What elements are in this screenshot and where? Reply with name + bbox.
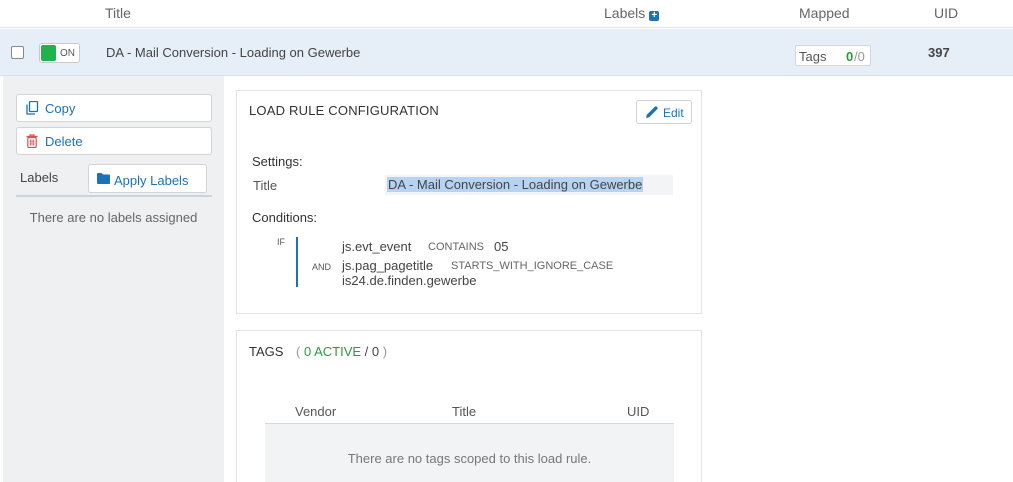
tags-total-count: 0 [371, 344, 380, 359]
condition-2-value: is24.de.finden.gewerbe [342, 273, 477, 288]
load-rule-title[interactable]: DA - Mail Conversion - Loading on Gewerb… [106, 45, 360, 60]
copy-label: Copy [45, 101, 76, 116]
condition-2-variable: js.pag_pagetitle [342, 258, 434, 273]
tags-heading: TAGS [249, 344, 284, 359]
trash-icon [26, 134, 38, 151]
conditions-heading: Conditions: [252, 210, 318, 225]
status-toggle[interactable]: ON [39, 43, 80, 63]
load-rule-uid: 397 [928, 45, 950, 60]
condition-1-variable: js.evt_event [342, 239, 412, 254]
tags-column-vendor[interactable]: Vendor [295, 404, 336, 419]
table-header: Title Labels + Mapped UID [0, 0, 1013, 28]
row-checkbox[interactable] [11, 46, 24, 59]
apply-labels-label: Apply Labels [114, 173, 189, 188]
edit-label: Edit [663, 106, 684, 120]
condition-2-operator: STARTS_WITH_IGNORE_CASE [451, 260, 614, 272]
toggle-label: ON [60, 48, 75, 59]
labels-heading: Labels [20, 170, 59, 185]
and-label: AND [312, 262, 332, 272]
folder-icon [97, 172, 110, 187]
edit-button[interactable]: Edit [636, 100, 692, 124]
configuration-heading: LOAD RULE CONFIGURATION [249, 103, 439, 118]
tags-column-uid[interactable]: UID [627, 404, 649, 419]
mapped-tags-badge[interactable]: Tags 0 /0 [795, 45, 871, 66]
if-label: IF [277, 237, 285, 247]
mapped-tags-label: Tags [799, 49, 827, 64]
load-rule-configuration-card: LOAD RULE CONFIGURATION Edit Settings: T… [236, 90, 702, 314]
load-rule-row[interactable]: ON DA - Mail Conversion - Loading on Gew… [0, 29, 1013, 76]
delete-label: Delete [45, 134, 83, 149]
column-header-labels-text: Labels [604, 5, 646, 21]
copy-button[interactable]: Copy [16, 94, 212, 122]
apply-labels-button[interactable]: Apply Labels [88, 164, 207, 193]
tags-count-slash: / [364, 344, 369, 359]
labels-divider [16, 195, 212, 197]
column-header-uid[interactable]: UID [934, 5, 958, 21]
column-header-labels[interactable]: Labels + [604, 5, 660, 21]
condition-1-operator: CONTAINS [428, 241, 485, 253]
mapped-tags-total-value: 0 [857, 49, 865, 64]
pencil-icon [645, 105, 659, 122]
no-labels-message: There are no labels assigned [29, 210, 198, 225]
column-header-title[interactable]: Title [105, 5, 131, 21]
mapped-tags-total: /0 [854, 49, 865, 64]
tags-card: TAGS ( 0 ACTIVE / 0 ) Vendor Title UID T… [236, 330, 702, 482]
toggle-knob [41, 45, 56, 61]
tags-count: ( 0 ACTIVE / 0 ) [296, 344, 387, 359]
mapped-tags-active: 0 [846, 49, 854, 64]
copy-icon [26, 100, 39, 118]
condition-1-value: 05 [494, 239, 509, 254]
plus-square-icon[interactable]: + [649, 11, 660, 21]
detail-sidebar: Copy Delete Labels Apply Labels There ar… [3, 76, 224, 482]
title-setting-value[interactable]: DA - Mail Conversion - Loading on Gewerb… [387, 177, 644, 192]
title-setting-label: Title [253, 178, 278, 193]
delete-button[interactable]: Delete [16, 127, 212, 155]
column-header-mapped[interactable]: Mapped [799, 5, 850, 21]
condition-group-bar [296, 237, 298, 287]
no-tags-message: There are no tags scoped to this load ru… [347, 451, 592, 466]
settings-heading: Settings: [252, 154, 303, 169]
tags-active-count: 0 ACTIVE [303, 344, 362, 359]
tags-count-close-paren: ) [382, 344, 388, 359]
tags-column-title[interactable]: Title [452, 404, 476, 419]
tags-count-open-paren: ( [296, 344, 301, 359]
